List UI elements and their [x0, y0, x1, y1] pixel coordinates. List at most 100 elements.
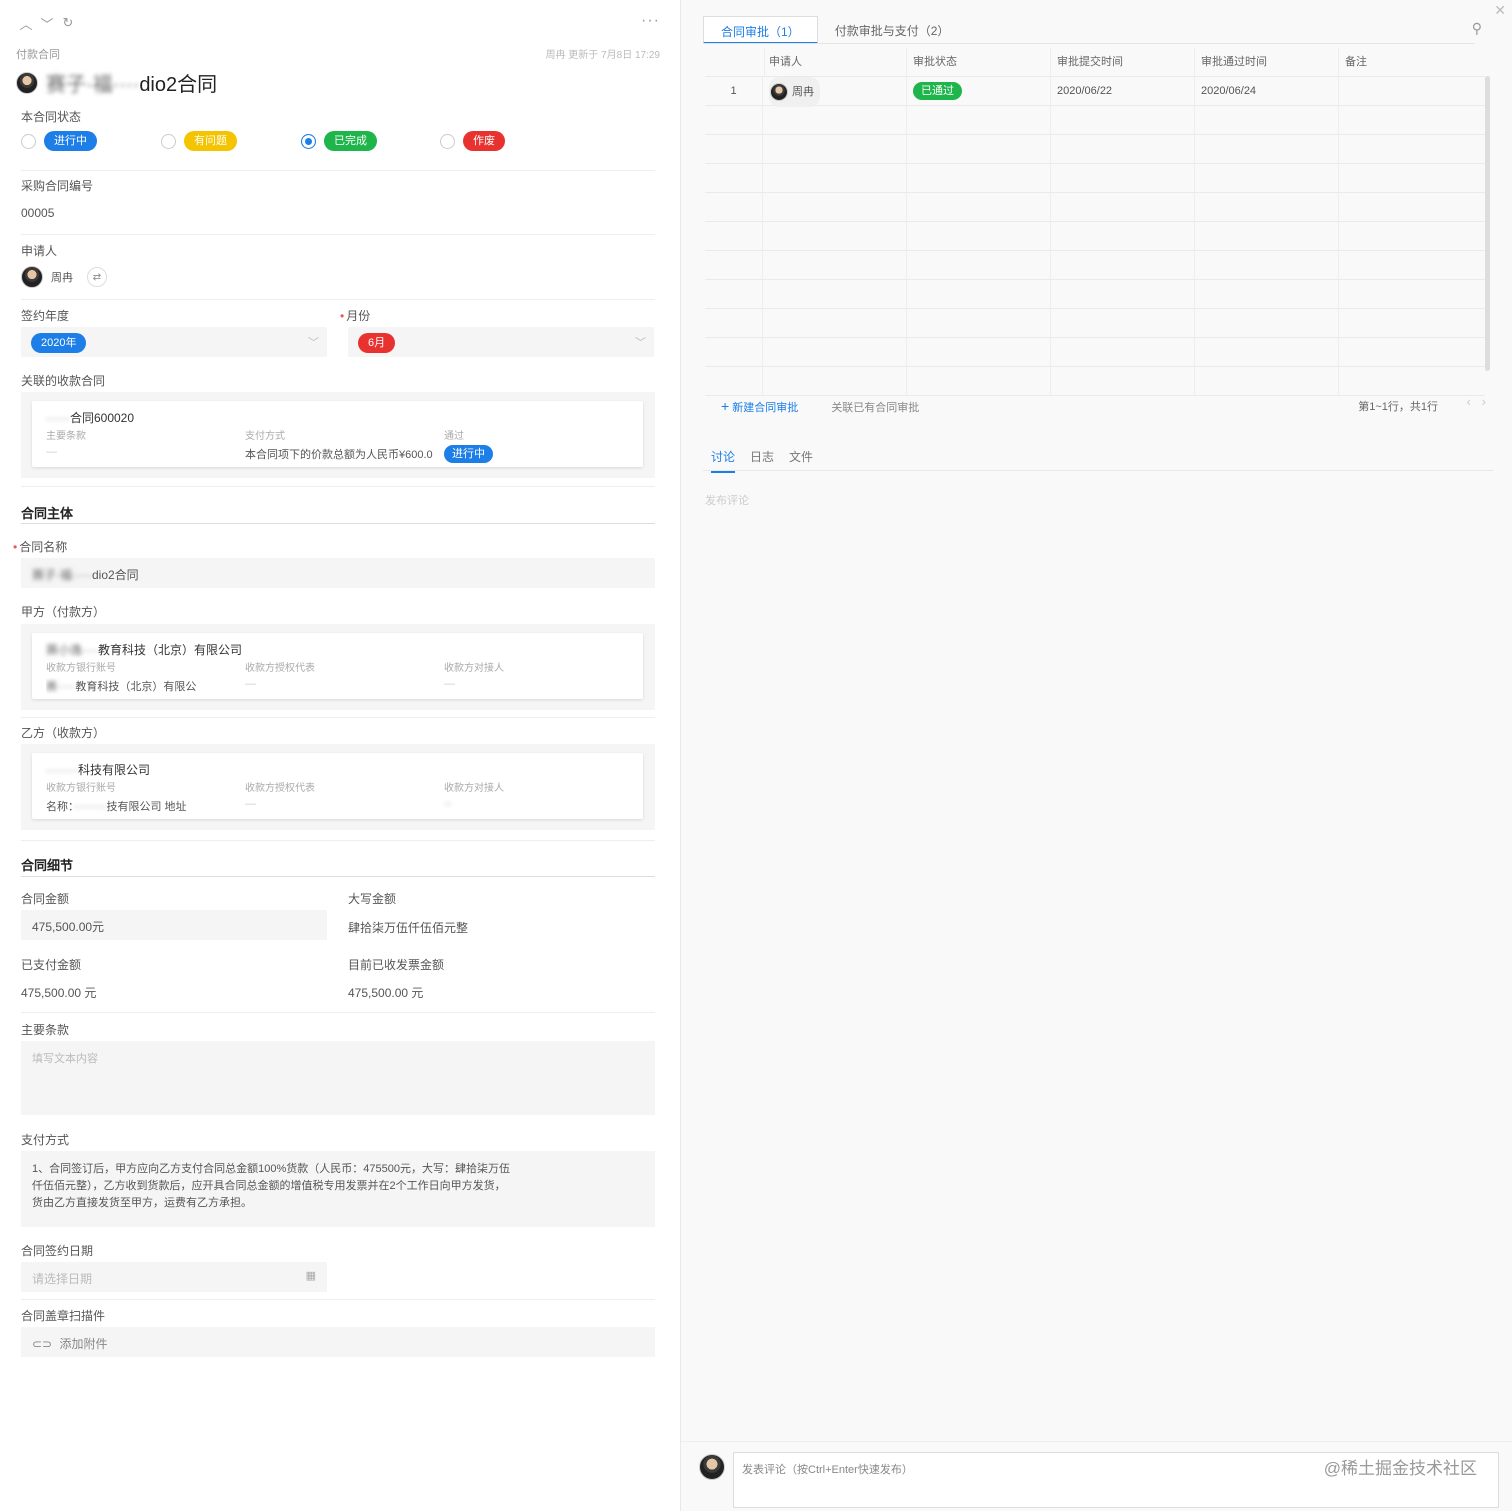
- table-cell: [1339, 135, 1485, 164]
- radio[interactable]: [161, 133, 176, 149]
- month-tag: 6月: [358, 333, 396, 353]
- card-title: ······合同600020: [46, 411, 135, 425]
- table-cell: [907, 367, 1051, 396]
- table-cell: [907, 106, 1051, 135]
- paid-label: 已支付金额: [21, 958, 82, 972]
- radio[interactable]: [21, 133, 36, 149]
- status-option-completed[interactable]: 已完成: [301, 131, 377, 151]
- main-terms-label: 主要条款: [21, 1023, 70, 1037]
- updated-info: 周冉 更新于 7月8日 17:29: [545, 50, 660, 61]
- scrollbar[interactable]: [1485, 76, 1490, 371]
- radio-checked[interactable]: [301, 133, 316, 149]
- table-cell: [1339, 193, 1485, 222]
- table-cell: [1051, 338, 1195, 367]
- table-header-cell[interactable]: 审批通过时间: [1195, 48, 1339, 77]
- table-cell: [1339, 222, 1485, 251]
- card-col: 支付方式 本合同项下的价款总额为人民币¥600.0: [245, 431, 433, 461]
- watermark: @稀土掘金技术社区: [1323, 1459, 1477, 1478]
- table-cell: [1051, 251, 1195, 280]
- table-cell: [1051, 280, 1195, 309]
- card-col: 收款方银行账号 赛·····教育科技（北京）有限公: [46, 663, 197, 693]
- table-row-empty: [705, 251, 1485, 280]
- table-row-empty: [705, 164, 1485, 193]
- close-icon[interactable]: ✕: [1494, 2, 1506, 19]
- table-cell: [1051, 367, 1195, 396]
- table-cell: [763, 222, 907, 251]
- table-cell: [1339, 106, 1485, 135]
- amount-upper-value: 肆拾柒万伍仟伍佰元整: [348, 921, 469, 935]
- table-cell: [763, 338, 907, 367]
- payment-textarea[interactable]: 1、合同签订后，甲方应向乙方支付合同总金额100%货款（人民币：475500元，…: [21, 1151, 655, 1227]
- party-a-card[interactable]: 赛小逸····教育科技（北京）有限公司 收款方银行账号 赛·····教育科技（北…: [32, 633, 643, 699]
- party-b-card[interactable]: ········科技有限公司 收款方银行账号 名称：·········技有限公司…: [32, 753, 643, 819]
- purchase-no-label: 采购合同编号: [21, 179, 94, 193]
- table-row-empty: [705, 309, 1485, 338]
- add-attachment-button[interactable]: ⊂⊃ 添加附件: [21, 1327, 655, 1357]
- status-option-void[interactable]: 作废: [440, 131, 505, 151]
- divider: [21, 1299, 655, 1300]
- party-a-label: 甲方（付款方）: [21, 605, 106, 619]
- avatar: [699, 1454, 725, 1480]
- table-cell: [763, 280, 907, 309]
- new-approval-button[interactable]: + 新建合同审批: [721, 398, 798, 414]
- table-cell: [907, 309, 1051, 338]
- table-cell: [1339, 367, 1485, 396]
- comment-bar: 发表评论（按Ctrl+Enter快速发布） @稀土掘金技术社区: [681, 1441, 1512, 1511]
- table-cell: [907, 280, 1051, 309]
- month-select[interactable]: 6月 ﹀: [348, 327, 654, 357]
- chevron-left-icon[interactable]: ‹: [1466, 394, 1470, 409]
- table-cell: [1339, 251, 1485, 280]
- swap-icon[interactable]: ⇄: [87, 267, 107, 287]
- table-cell: [705, 367, 763, 396]
- status-tag: 有问题: [184, 131, 237, 151]
- search-icon[interactable]: ⚲: [1472, 20, 1482, 37]
- table-cell: [705, 222, 763, 251]
- table-cell: [1195, 251, 1339, 280]
- more-icon[interactable]: ···: [641, 12, 660, 30]
- status-tag: 进行中: [444, 445, 493, 463]
- chevron-up-icon[interactable]: ︿: [16, 13, 36, 33]
- table-cell: 已通过: [907, 77, 1051, 106]
- applicant-name[interactable]: 周冉: [51, 269, 73, 285]
- table-cell: [1051, 164, 1195, 193]
- amount-input[interactable]: 475,500.00元: [21, 910, 327, 940]
- table-cell: [907, 222, 1051, 251]
- table-header-cell[interactable]: 审批状态: [907, 48, 1051, 77]
- sign-year-select[interactable]: 2020年 ﹀: [21, 327, 327, 357]
- main-terms-textarea[interactable]: 填写文本内容: [21, 1041, 655, 1115]
- status-option-in-progress[interactable]: 进行中: [21, 131, 97, 151]
- calendar-icon: ▦: [305, 1270, 316, 1282]
- table-cell: [763, 106, 907, 135]
- purchase-no-value[interactable]: 00005: [21, 206, 54, 220]
- detail-toolbar: ︿ ﹀ ↻ ···: [16, 12, 666, 34]
- table-cell: [705, 280, 763, 309]
- table-header-cell[interactable]: 审批提交时间: [1051, 48, 1195, 77]
- table-cell: 周冉: [763, 76, 907, 107]
- contract-name-input[interactable]: 赛子·福·····dio2合同: [21, 558, 655, 588]
- table-row[interactable]: 1 周冉 已通过 2020/06/22 2020/06/24: [705, 76, 1485, 107]
- approval-panel: 合同审批（1） 付款审批与支付（2） ⚲ ✕ 申请人 审批状态 审批提交时间 审…: [680, 0, 1512, 1511]
- table-cell: [1339, 309, 1485, 338]
- table-header-cell[interactable]: 申请人: [763, 48, 907, 77]
- table-header-cell[interactable]: 备注: [1339, 48, 1485, 77]
- breadcrumb[interactable]: 付款合同: [16, 46, 60, 62]
- status-label: 本合同状态: [21, 110, 82, 124]
- user-chip[interactable]: 周冉: [769, 76, 820, 107]
- link-existing-button[interactable]: 关联已有合同审批: [831, 402, 919, 414]
- divider: [21, 717, 655, 718]
- table-cell: 2020/06/24: [1195, 77, 1339, 106]
- tab-payment-approval[interactable]: 付款审批与支付（2）: [818, 16, 967, 44]
- chevron-right-icon[interactable]: ›: [1482, 394, 1486, 409]
- paperclip-icon: ⊂⊃: [32, 1337, 53, 1351]
- status-option-problem[interactable]: 有问题: [161, 131, 237, 151]
- refresh-icon[interactable]: ↻: [58, 13, 78, 33]
- radio[interactable]: [440, 133, 455, 149]
- tab-contract-approval[interactable]: 合同审批（1）: [703, 16, 818, 44]
- table-header: 申请人 审批状态 审批提交时间 审批通过时间 备注: [705, 48, 1485, 77]
- sign-date-picker[interactable]: 请选择日期 ▦: [21, 1262, 327, 1292]
- chevron-down-icon: ﹀: [635, 337, 646, 349]
- related-contract-wrap: ······合同600020 主要条款 — 支付方式 本合同项下的价款总额为人民币¥…: [21, 392, 655, 478]
- section-line: [21, 876, 655, 877]
- related-contract-card[interactable]: ······合同600020 主要条款 — 支付方式 本合同项下的价款总额为人民币¥…: [32, 401, 643, 467]
- chevron-down-icon[interactable]: ﹀: [37, 13, 57, 33]
